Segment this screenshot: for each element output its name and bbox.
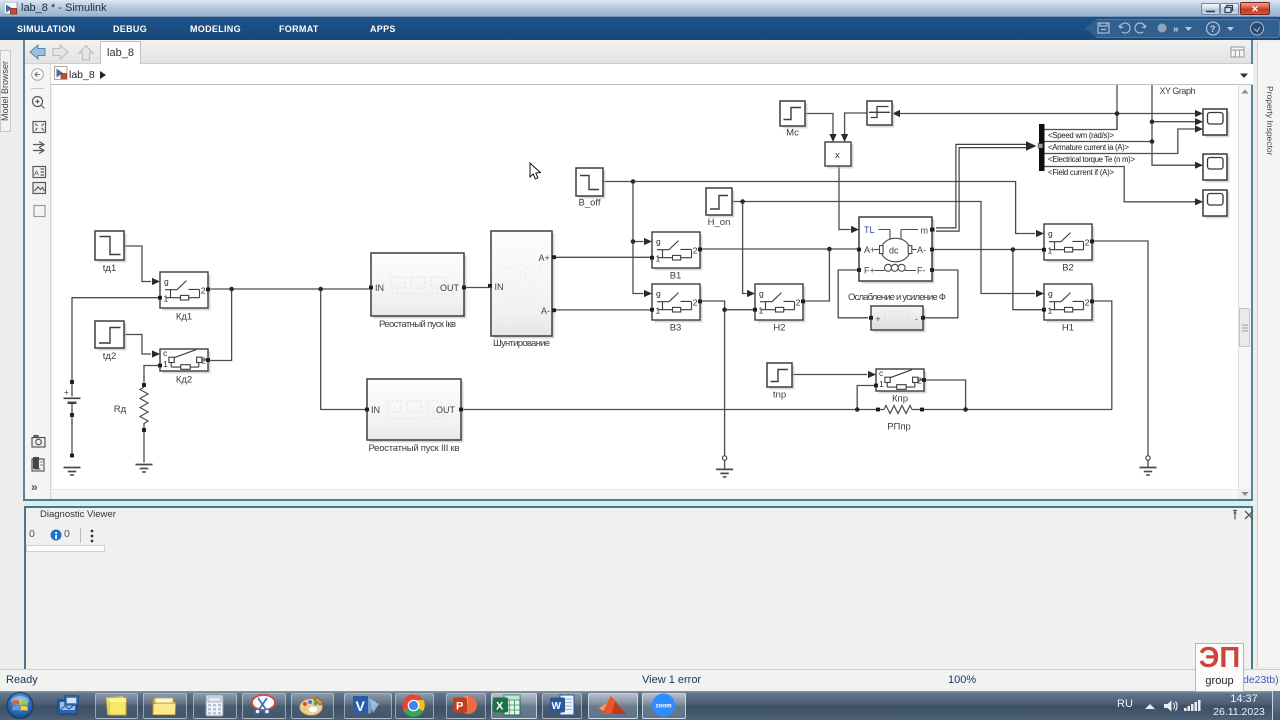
svg-text:»: » [31,480,38,494]
svg-text:H_on: H_on [708,217,731,228]
svg-text:A-: A- [917,245,926,255]
svg-text:A: A [34,169,39,178]
svg-text:tд1: tд1 [103,263,116,274]
svg-text:A+: A+ [864,245,875,255]
svg-text:x: x [835,150,840,161]
svg-text:Ослабление и усиление Ф: Ослабление и усиление Ф [848,292,946,303]
svg-text:W: W [552,701,562,712]
svg-text:A+: A+ [539,253,550,263]
svg-text:OUT: OUT [436,405,456,415]
svg-text:tnp: tnp [773,390,786,401]
svg-text:F-: F- [917,266,926,276]
svg-text:dc: dc [889,246,899,256]
svg-text:Кд2: Кд2 [176,375,192,386]
svg-text:?: ? [1210,24,1216,34]
svg-text:B3: B3 [670,323,682,334]
svg-text:IN: IN [495,282,504,292]
svg-text:zoom: zoom [656,703,673,710]
svg-text:Реостатный пуск III кв: Реостатный пуск III кв [369,443,460,454]
svg-text:OUT: OUT [440,283,460,293]
svg-text:+: + [64,388,69,397]
svg-text:+: + [876,314,881,324]
svg-text:H2: H2 [773,323,785,334]
svg-text:<Armature current ia (A)>: <Armature current ia (A)> [1048,143,1129,152]
svg-text:B1: B1 [670,271,682,282]
svg-text:РПпр: РПпр [887,422,911,433]
svg-text:Кд1: Кд1 [176,312,192,323]
svg-text:Mc: Mc [786,128,799,139]
svg-text:H1: H1 [1062,323,1074,334]
svg-text:IN: IN [375,283,384,293]
svg-text:<Field current if (A)>: <Field current if (A)> [1048,168,1114,177]
svg-text:B2: B2 [1062,263,1074,274]
svg-text:Реостатный пуск Iкв: Реостатный пуск Iкв [379,319,456,330]
svg-text:TL: TL [864,225,875,235]
svg-text:B_off: B_off [578,198,600,209]
svg-text:F+: F+ [864,266,875,276]
svg-text:tд2: tд2 [103,351,116,362]
svg-text:<Speed wm (rad/s)>: <Speed wm (rad/s)> [1048,131,1114,140]
svg-text:Rд: Rд [114,404,127,415]
svg-text:X: X [496,701,504,713]
svg-text:m: m [921,226,929,236]
svg-text:Кпр: Кпр [892,394,908,405]
svg-text:A-: A- [541,306,550,316]
svg-text:XY Graph: XY Graph [1160,86,1196,96]
svg-text:Шунтирование: Шунтирование [493,338,550,349]
svg-text:-: - [915,314,918,324]
svg-text:P: P [456,701,463,713]
svg-text:»: » [1173,24,1179,35]
svg-text:<Electrical torque Te (n m)>: <Electrical torque Te (n m)> [1048,155,1135,164]
svg-text:IN: IN [371,405,380,415]
svg-text:V: V [356,698,366,714]
